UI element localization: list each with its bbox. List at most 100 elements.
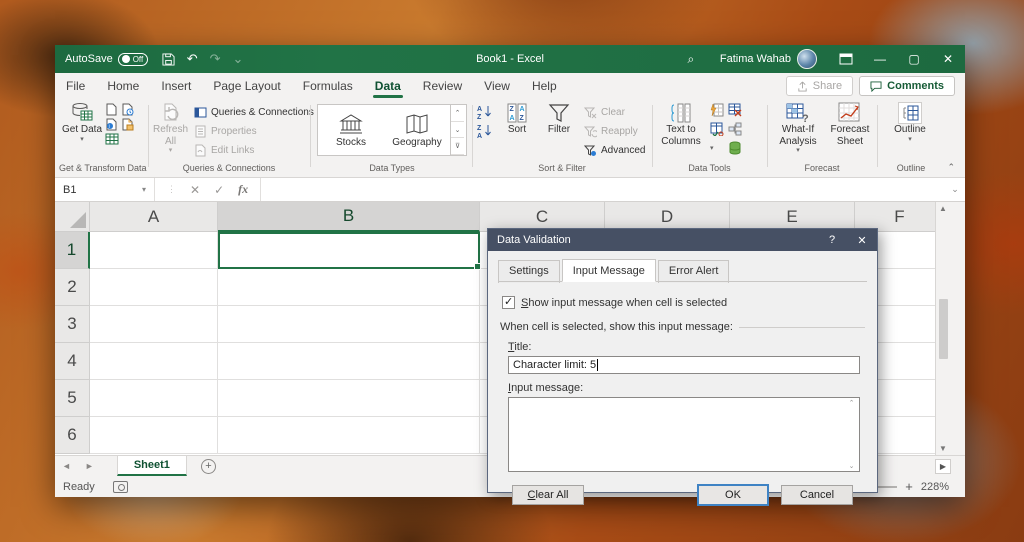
add-sheet-button[interactable]: + — [201, 459, 216, 474]
cell-b6[interactable] — [218, 417, 480, 454]
autosave-switch[interactable]: Off — [118, 53, 148, 66]
share-button[interactable]: Share — [786, 76, 853, 96]
reapply-filter-button[interactable]: Reapply — [584, 123, 645, 139]
row-header-3[interactable]: 3 — [55, 306, 90, 343]
zoom-in-button[interactable]: + — [905, 479, 913, 494]
forecast-sheet-button[interactable]: Forecast Sheet — [828, 99, 872, 163]
geography-button[interactable]: Geography — [384, 105, 450, 155]
enter-entry-icon[interactable]: ✓ — [214, 183, 224, 197]
zoom-level[interactable]: 228% — [921, 481, 949, 493]
from-text-csv-icon[interactable] — [105, 103, 118, 116]
row-header-2[interactable]: 2 — [55, 269, 90, 306]
save-icon[interactable] — [162, 53, 175, 66]
existing-connections-icon[interactable] — [105, 133, 118, 146]
refresh-all-button[interactable]: Refresh All ▾ — [153, 99, 188, 163]
cell-a5[interactable] — [90, 380, 218, 417]
tab-insert[interactable]: Insert — [150, 74, 202, 98]
text-to-columns-button[interactable]: Text to Columns — [657, 99, 705, 163]
cancel-entry-icon[interactable]: ✕ — [190, 183, 200, 197]
tab-file[interactable]: File — [55, 74, 96, 98]
what-if-analysis-button[interactable]: ? What-If Analysis ▾ — [772, 99, 824, 163]
dialog-tab-settings[interactable]: Settings — [498, 260, 560, 283]
comments-button[interactable]: Comments — [859, 76, 955, 96]
drag-handle-icon[interactable]: ⋮ — [167, 184, 176, 195]
autosave-toggle[interactable]: AutoSave Off — [65, 53, 148, 66]
manage-data-model-icon[interactable] — [728, 141, 744, 158]
sheet-nav-right-icon[interactable]: ► — [78, 461, 101, 471]
hscroll-right-icon[interactable]: ▶ — [935, 459, 951, 474]
from-table-range-icon[interactable] — [121, 118, 134, 131]
gallery-more-icon[interactable]: ⊽ — [451, 138, 464, 155]
title-input[interactable]: Character limit: 5 — [508, 356, 860, 374]
properties-button[interactable]: Properties — [194, 123, 314, 139]
get-data-button[interactable]: Get Data ▾ — [59, 99, 105, 163]
macro-record-icon[interactable] — [113, 481, 128, 493]
consolidate-icon[interactable] — [728, 122, 744, 139]
maximize-button[interactable]: ▢ — [897, 45, 931, 73]
clear-filter-button[interactable]: Clear — [584, 104, 645, 120]
dialog-tab-input-message[interactable]: Input Message — [562, 259, 656, 282]
advanced-filter-button[interactable]: Advanced — [584, 142, 645, 158]
customize-qat-icon[interactable]: ⌄ — [233, 51, 244, 67]
recent-sources-icon[interactable] — [121, 103, 134, 116]
cell-b2[interactable] — [218, 269, 480, 306]
row-header-1[interactable]: 1 — [55, 232, 90, 269]
insert-function-icon[interactable]: fx — [238, 182, 248, 197]
tab-view[interactable]: View — [473, 74, 521, 98]
account-button[interactable]: Fatima Wahab — [708, 45, 829, 73]
minimize-button[interactable]: — — [863, 45, 897, 73]
scroll-thumb[interactable] — [939, 299, 948, 359]
clear-all-button[interactable]: Clear All — [512, 485, 584, 505]
outline-button[interactable]: Outline ▾ — [882, 99, 938, 163]
column-header-b[interactable]: B — [218, 202, 480, 232]
expand-formula-bar-icon[interactable]: ⌄ — [945, 184, 965, 195]
textarea-scrollbar[interactable]: ⌃ ⌄ — [845, 399, 858, 470]
tab-help[interactable]: Help — [521, 74, 568, 98]
tab-data[interactable]: Data — [364, 74, 412, 98]
dialog-help-icon[interactable]: ? — [817, 229, 847, 251]
tab-formulas[interactable]: Formulas — [292, 74, 364, 98]
textarea-scroll-up-icon[interactable]: ⌃ — [845, 399, 858, 407]
checkbox-checked-icon[interactable] — [502, 296, 515, 309]
cell-a6[interactable] — [90, 417, 218, 454]
scroll-down-icon[interactable]: ▼ — [939, 444, 947, 453]
gallery-up-icon[interactable]: ⌃ — [451, 105, 464, 122]
cell-a2[interactable] — [90, 269, 218, 306]
sort-az-icon[interactable]: AZ — [477, 104, 493, 119]
cancel-button[interactable]: Cancel — [781, 485, 853, 505]
sort-za-icon[interactable]: ZA — [477, 123, 493, 138]
dialog-close-icon[interactable]: ✕ — [847, 229, 877, 251]
close-button[interactable]: ✕ — [931, 45, 965, 73]
column-header-a[interactable]: A — [90, 202, 218, 232]
cell-a1[interactable] — [90, 232, 218, 269]
search-icon[interactable]: ⌕ — [674, 45, 708, 73]
ribbon-display-options-icon[interactable] — [829, 45, 863, 73]
select-all-corner[interactable] — [55, 202, 90, 232]
scroll-up-icon[interactable]: ▲ — [939, 204, 947, 213]
stocks-button[interactable]: Stocks — [318, 105, 384, 155]
dialog-title-bar[interactable]: Data Validation ? ✕ — [488, 229, 877, 251]
formula-input[interactable] — [261, 178, 945, 201]
textarea-scroll-down-icon[interactable]: ⌄ — [845, 462, 858, 470]
remove-duplicates-icon[interactable] — [728, 103, 744, 120]
flash-fill-icon[interactable] — [710, 103, 726, 120]
sheet-tab-sheet1[interactable]: Sheet1 — [117, 456, 187, 476]
cell-a4[interactable] — [90, 343, 218, 380]
row-header-4[interactable]: 4 — [55, 343, 90, 380]
tab-page-layout[interactable]: Page Layout — [202, 74, 291, 98]
row-header-5[interactable]: 5 — [55, 380, 90, 417]
collapse-ribbon-icon[interactable]: ⌃ — [947, 162, 955, 173]
row-header-6[interactable]: 6 — [55, 417, 90, 454]
cell-a3[interactable] — [90, 306, 218, 343]
vertical-scrollbar[interactable]: ▲ ▼ — [935, 202, 950, 455]
cell-b4[interactable] — [218, 343, 480, 380]
cell-b3[interactable] — [218, 306, 480, 343]
edit-links-button[interactable]: Edit Links — [194, 142, 314, 158]
filter-button[interactable]: Filter — [541, 99, 577, 163]
ok-button[interactable]: OK — [697, 484, 769, 506]
cell-b5[interactable] — [218, 380, 480, 417]
redo-icon[interactable]: ↷ — [210, 51, 221, 67]
show-input-message-checkbox-row[interactable]: Show input message when cell is selected — [502, 296, 865, 309]
undo-icon[interactable]: ↶ — [187, 51, 198, 67]
input-message-textarea[interactable]: ⌃ ⌄ — [508, 397, 860, 472]
